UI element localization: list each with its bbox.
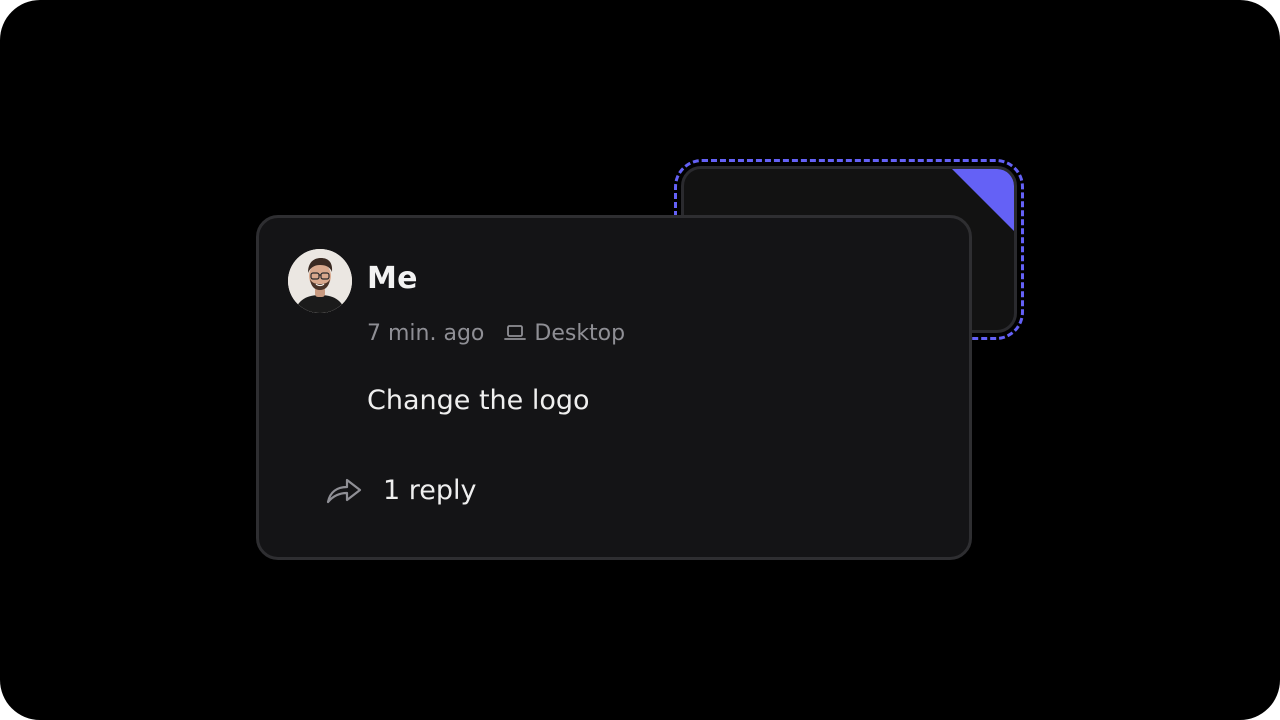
- replies-button[interactable]: 1 reply: [325, 472, 477, 508]
- reply-arrow-icon: [326, 478, 362, 504]
- comment-card[interactable]: Me 7 min. ago Desktop Change the logo 1 …: [256, 215, 972, 560]
- author-name: Me: [367, 261, 418, 296]
- replies-count: 1 reply: [383, 474, 477, 506]
- avatar[interactable]: [288, 249, 352, 313]
- canvas: Me 7 min. ago Desktop Change the logo 1 …: [0, 0, 1280, 720]
- comment-message: Change the logo: [367, 385, 590, 416]
- avatar-photo: [288, 249, 352, 313]
- timestamp: 7 min. ago: [367, 320, 485, 346]
- laptop-icon: [504, 325, 527, 340]
- device-label: Desktop: [534, 320, 626, 346]
- comment-meta: 7 min. ago Desktop: [367, 320, 625, 346]
- device-info: Desktop: [504, 321, 625, 346]
